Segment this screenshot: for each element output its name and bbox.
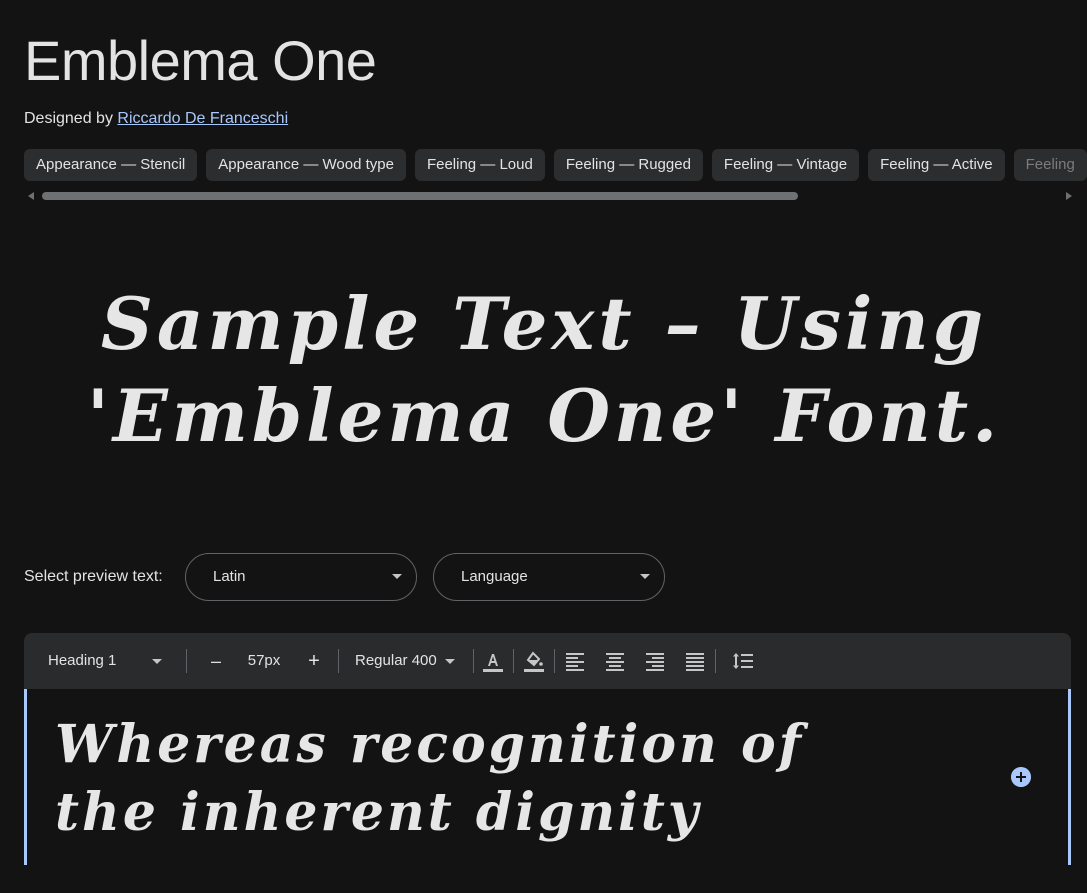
editor-toolbar: Heading 1 – 57px + Regular 400	[24, 633, 1071, 689]
toolbar-divider	[338, 649, 339, 673]
language-select-value: Language	[461, 568, 528, 585]
editor-line-2: the inherent dignity	[55, 782, 702, 843]
scroll-left-icon[interactable]	[28, 192, 34, 200]
align-justify-icon[interactable]	[683, 649, 707, 673]
editor-line-1: Whereas recognition of	[55, 714, 805, 775]
toolbar-divider	[513, 649, 514, 673]
style-select-value: Heading 1	[48, 652, 117, 669]
scroll-right-icon[interactable]	[1066, 192, 1072, 200]
chevron-down-icon	[152, 659, 162, 664]
tag-feeling-loud[interactable]: Feeling — Loud	[414, 149, 545, 181]
add-icon[interactable]	[1011, 767, 1031, 787]
script-select[interactable]: Latin	[185, 553, 417, 601]
font-title: Emblema One	[24, 29, 377, 92]
tags-scrollbar[interactable]	[24, 190, 1072, 202]
increase-size-button[interactable]: +	[302, 633, 326, 689]
tag-feeling-active[interactable]: Feeling — Active	[868, 149, 1005, 181]
sample-line-1: Sample Text – Using	[100, 281, 988, 366]
decrease-size-button[interactable]: –	[204, 633, 228, 689]
chevron-down-icon	[392, 574, 402, 579]
toolbar-divider	[473, 649, 474, 673]
style-select[interactable]: Heading 1	[48, 633, 188, 689]
toolbar-divider	[186, 649, 187, 673]
script-select-value: Latin	[213, 568, 246, 585]
preview-text-label: Select preview text:	[24, 568, 163, 585]
scroll-thumb[interactable]	[42, 192, 798, 200]
toolbar-divider	[554, 649, 555, 673]
designer-link[interactable]: Riccardo De Franceschi	[117, 110, 288, 127]
align-center-icon[interactable]	[603, 649, 627, 673]
tag-appearance-wood-type[interactable]: Appearance — Wood type	[206, 149, 406, 181]
chevron-down-icon	[640, 574, 650, 579]
language-select[interactable]: Language	[433, 553, 665, 601]
tag-feeling-vintage[interactable]: Feeling — Vintage	[711, 149, 860, 181]
text-color-icon[interactable]	[481, 649, 505, 673]
highlight-color-icon[interactable]	[522, 649, 546, 673]
weight-select[interactable]: Regular 400	[355, 633, 459, 689]
sample-line-2: 'Emblema One' Font.	[86, 373, 1002, 458]
toolbar-divider	[715, 649, 716, 673]
tag-feeling-partial[interactable]: Feeling	[1013, 149, 1087, 181]
line-height-icon[interactable]	[731, 649, 755, 673]
font-size-value[interactable]: 57px	[246, 633, 282, 689]
tag-appearance-stencil[interactable]: Appearance — Stencil	[24, 149, 198, 181]
designer-line: Designed by Riccardo De Franceschi	[24, 110, 288, 128]
align-right-icon[interactable]	[643, 649, 667, 673]
editor-text[interactable]: Whereas recognition of the inherent dign…	[55, 711, 955, 847]
designed-by-label: Designed by	[24, 110, 113, 127]
chevron-down-icon	[445, 659, 455, 664]
weight-select-value: Regular 400	[355, 652, 437, 669]
tag-list: Appearance — Stencil Appearance — Wood t…	[24, 149, 1087, 182]
align-left-icon[interactable]	[563, 649, 587, 673]
tag-feeling-rugged[interactable]: Feeling — Rugged	[553, 149, 703, 181]
preview-editor[interactable]: Whereas recognition of the inherent dign…	[24, 689, 1071, 865]
sample-text: Sample Text – Using 'Emblema One' Font.	[34, 278, 1054, 462]
